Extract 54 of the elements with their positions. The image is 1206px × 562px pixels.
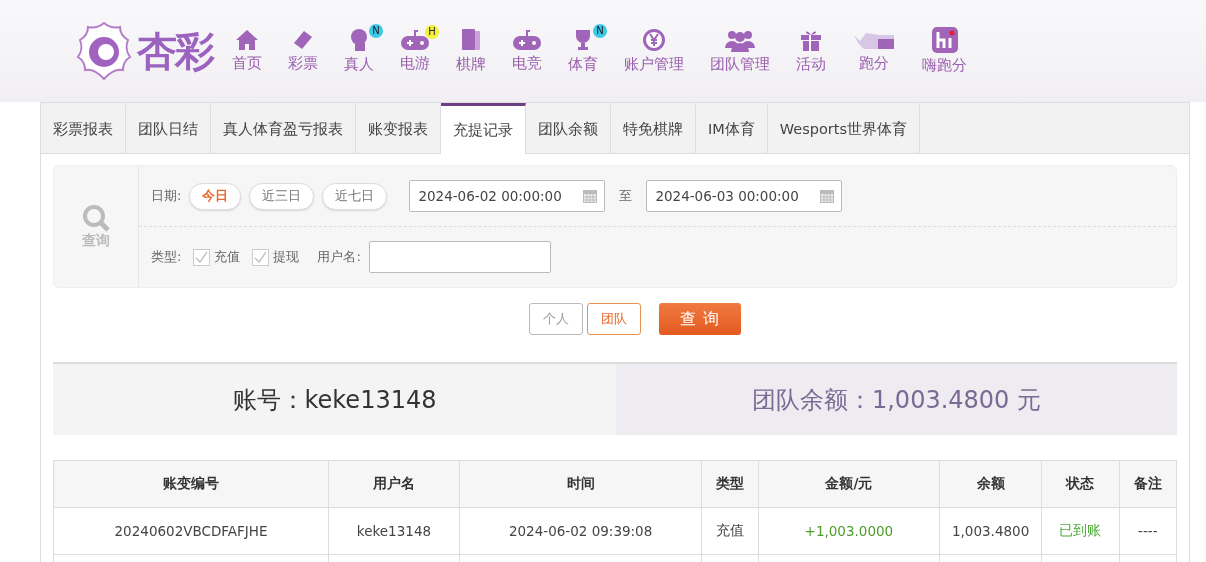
nav-item[interactable]: 彩票 (275, 29, 331, 73)
date-label: 日期: (151, 187, 182, 205)
nav-item[interactable]: 活动 (783, 28, 839, 74)
column-header: 状态 (1041, 460, 1120, 508)
date-range-button[interactable]: 近三日 (249, 182, 315, 210)
nav-item[interactable]: 电竞 (499, 29, 555, 73)
date-range-button[interactable]: 今日 (189, 182, 242, 210)
logo-text: 杏彩 (137, 25, 213, 76)
report-tab[interactable]: 团队日结 (126, 103, 211, 153)
account-summary: 账号：keke13148 (53, 364, 616, 435)
table-cell: +1,003.0000 (758, 507, 940, 555)
nav-item[interactable]: 棋牌 (443, 28, 499, 74)
to-label: 至 (619, 187, 633, 205)
column-header: 备注 (1119, 460, 1177, 508)
nav-item[interactable]: 账户管理 (611, 28, 697, 74)
table-cell: 1,003.4800 (939, 507, 1042, 555)
type-option-label: 充值 (214, 248, 241, 266)
nav-badge: N (369, 24, 383, 38)
table-cell: 20240602VBCDFAFJHE (53, 507, 329, 555)
column-header: 账变编号 (53, 460, 329, 508)
column-header: 金额/元 (758, 460, 940, 508)
report-tab[interactable]: 充提记录 (441, 103, 526, 154)
table-cell: ---- (1119, 507, 1177, 555)
column-header: 余额 (939, 460, 1042, 508)
report-tab[interactable]: Wesports世界体育 (767, 103, 921, 153)
report-tab[interactable]: 彩票报表 (41, 103, 126, 153)
column-header: 用户名 (328, 460, 460, 508)
nav-item[interactable]: 跑分 (839, 29, 909, 73)
end-date-field[interactable]: 2024-06-03 00:00:00 (646, 180, 843, 212)
start-date-field[interactable]: 2024-06-02 00:00:00 (409, 180, 606, 212)
column-header: 时间 (459, 460, 702, 508)
type-option-label: 提现 (273, 248, 300, 266)
nav-badge: H (425, 25, 439, 39)
username-label: 用户名: (317, 248, 361, 266)
table-cell: 2024-06-02 09:39:08 (459, 507, 702, 555)
report-tab[interactable]: 真人体育盈亏报表 (211, 103, 356, 153)
date-range-button[interactable]: 近七日 (322, 182, 388, 210)
nav-item[interactable]: 首页 (219, 29, 275, 73)
nav-item[interactable]: 嗨跑分 (909, 27, 980, 75)
table-cell: 充值 (701, 507, 759, 555)
table-cell: keke13148 (328, 507, 460, 555)
type-label: 类型: (151, 248, 182, 266)
table-cell: 已到账 (1041, 507, 1120, 555)
report-tab[interactable]: 特免棋牌 (611, 103, 696, 153)
nav-badge: N (593, 24, 607, 38)
scope-button[interactable]: 个人 (529, 303, 583, 335)
report-tab[interactable]: IM体育 (696, 103, 768, 153)
query-button[interactable]: 查 询 (659, 303, 741, 335)
report-tab[interactable]: 团队余额 (526, 103, 611, 153)
search-label: 查询 (82, 231, 110, 250)
team-balance-summary: 团队余额：1,003.4800 元 (616, 364, 1177, 435)
nav-item[interactable]: 团队管理 (697, 28, 783, 74)
scope-button[interactable]: 团队 (587, 303, 641, 335)
column-header: 类型 (701, 460, 759, 508)
